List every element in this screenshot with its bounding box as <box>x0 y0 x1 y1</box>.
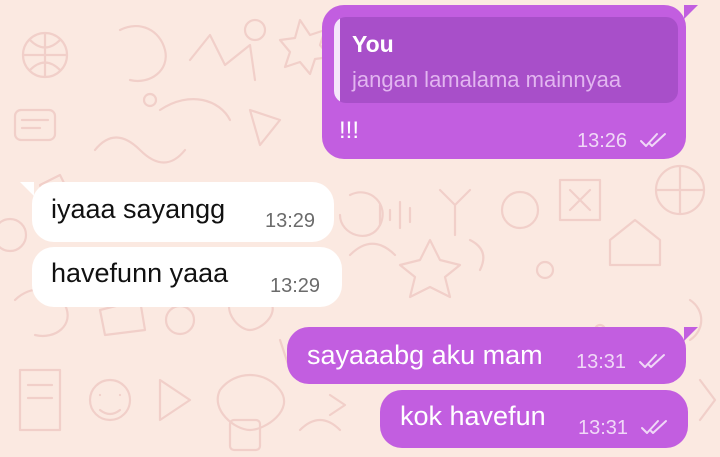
message-text: !!! <box>339 117 360 144</box>
outgoing-message-bubble[interactable]: kok havefun 13:31 <box>380 390 688 448</box>
double-check-icon <box>641 420 667 434</box>
double-check-icon <box>640 133 666 147</box>
quoted-reply-text: jangan lamalama mainnyaa <box>352 67 622 92</box>
message-text: iyaaa sayangg <box>51 194 226 224</box>
message-text: sayaaabg aku mam <box>307 340 543 370</box>
outgoing-message-bubble[interactable]: sayaaabg aku mam 13:31 <box>287 327 698 384</box>
message-text: havefunn yaaa <box>51 258 229 288</box>
double-check-icon <box>639 354 665 368</box>
bubble-tail <box>684 5 698 19</box>
quoted-reply[interactable]: You jangan lamalama mainnyaa <box>334 17 678 103</box>
bubble-tail <box>684 327 698 341</box>
outgoing-message-bubble[interactable]: You jangan lamalama mainnyaa !!! 13:26 <box>322 5 698 159</box>
message-time: 13:31 <box>578 417 629 439</box>
quoted-reply-author: You <box>352 31 394 57</box>
message-text: kok havefun <box>400 401 546 431</box>
message-time: 13:31 <box>576 351 627 373</box>
message-time: 13:29 <box>265 210 316 232</box>
message-time: 13:26 <box>577 130 628 152</box>
bubble-tail <box>20 182 34 196</box>
quote-accent-bar <box>334 17 340 103</box>
incoming-message-bubble[interactable]: iyaaa sayangg 13:29 <box>20 182 334 242</box>
message-time: 13:29 <box>270 275 321 297</box>
incoming-message-bubble[interactable]: havefunn yaaa 13:29 <box>32 247 342 307</box>
